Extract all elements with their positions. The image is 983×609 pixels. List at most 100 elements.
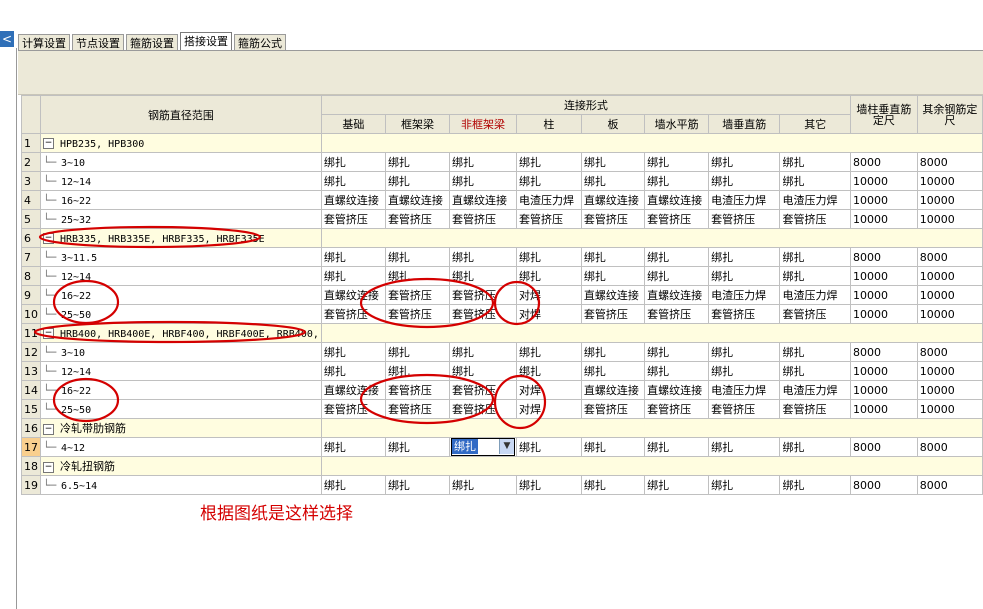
group-label[interactable]: − 冷轧带肋钢筋: [40, 418, 322, 438]
connection-cell[interactable]: 绑扎: [779, 361, 851, 381]
connection-cell[interactable]: 绑扎: [644, 437, 710, 457]
connection-cell[interactable]: 绑扎: [779, 342, 851, 362]
connection-cell[interactable]: 绑扎: [779, 171, 851, 191]
other-fixed-length-cell[interactable]: 8000: [916, 342, 983, 362]
connection-cell[interactable]: 绑扎: [320, 342, 386, 362]
connection-cell[interactable]: 绑扎: [384, 266, 450, 286]
connection-cell[interactable]: 绑扎: [448, 342, 517, 362]
connection-cell[interactable]: 对焊: [515, 304, 582, 324]
connection-cell[interactable]: 绑扎 ▼: [448, 437, 517, 457]
collapse-toggle-icon[interactable]: −: [43, 138, 54, 149]
table-row[interactable]: 10 └─ 25~50 套管挤压 套管挤压 套管挤压 对焊 套管挤压 套管挤压 套管挤压 套管挤压 1…: [21, 304, 983, 324]
connection-cell[interactable]: 绑扎: [779, 247, 851, 267]
connection-cell[interactable]: 绑扎: [708, 171, 781, 191]
range-label[interactable]: └─ 4~12: [40, 437, 322, 457]
connection-cell[interactable]: 绑扎: [580, 171, 646, 191]
other-fixed-length-cell[interactable]: 10000: [916, 304, 983, 324]
connection-cell[interactable]: 直螺纹连接: [644, 285, 710, 305]
connection-cell[interactable]: 绑扎: [320, 361, 386, 381]
wall-column-fixed-length-cell[interactable]: 10000: [850, 304, 918, 324]
connection-cell[interactable]: 绑扎: [779, 152, 851, 172]
table-row[interactable]: 9 └─ 16~22 直螺纹连接 套管挤压 套管挤压 对焊 直螺纹连接 直螺纹连接 电渣压力焊 电渣…: [21, 285, 983, 305]
other-fixed-length-cell[interactable]: 10000: [916, 190, 983, 210]
table-row[interactable]: 11− HRB400, HRB400E, HRBF400, HRBF400E, R…: [21, 323, 983, 343]
connection-cell[interactable]: 绑扎: [384, 152, 450, 172]
other-fixed-length-cell[interactable]: 8000: [916, 152, 983, 172]
table-row[interactable]: 2 └─ 3~10 绑扎 绑扎 绑扎 绑扎 绑扎 绑扎 绑扎 绑扎 8000 8000: [21, 152, 983, 172]
range-label[interactable]: └─ 25~50: [40, 399, 322, 419]
connection-cell[interactable]: 绑扎: [515, 171, 582, 191]
connection-cell[interactable]: 绑扎: [515, 361, 582, 381]
other-fixed-length-cell[interactable]: 10000: [916, 285, 983, 305]
connection-cell[interactable]: 套管挤压: [384, 209, 450, 229]
connection-cell[interactable]: 绑扎: [580, 342, 646, 362]
connection-cell[interactable]: 绑扎: [515, 266, 582, 286]
connection-cell[interactable]: 绑扎: [448, 266, 517, 286]
wall-column-fixed-length-cell[interactable]: 10000: [850, 361, 918, 381]
connection-cell[interactable]: 绑扎: [580, 475, 646, 495]
connection-cell[interactable]: 套管挤压: [779, 209, 851, 229]
range-label[interactable]: └─ 16~22: [40, 190, 322, 210]
connection-cell[interactable]: 绑扎: [644, 342, 710, 362]
chevron-down-icon[interactable]: ▼: [498, 439, 514, 454]
other-fixed-length-cell[interactable]: 8000: [916, 247, 983, 267]
collapse-toggle-icon[interactable]: −: [43, 423, 54, 435]
connection-cell[interactable]: 对焊: [515, 285, 582, 305]
wall-column-fixed-length-cell[interactable]: 10000: [850, 285, 918, 305]
range-label[interactable]: └─ 25~50: [40, 304, 322, 324]
connection-cell[interactable]: 绑扎: [320, 437, 386, 457]
connection-cell[interactable]: 绑扎: [384, 342, 450, 362]
wall-column-fixed-length-cell[interactable]: 8000: [850, 342, 918, 362]
connection-cell[interactable]: 套管挤压: [708, 304, 781, 324]
connection-cell[interactable]: 套管挤压: [580, 399, 646, 419]
connection-cell[interactable]: 直螺纹连接: [320, 285, 386, 305]
connection-cell[interactable]: 绑扎: [384, 475, 450, 495]
connection-cell[interactable]: 绑扎: [644, 475, 710, 495]
wall-column-fixed-length-cell[interactable]: 10000: [850, 380, 918, 400]
table-row[interactable]: 16− 冷轧带肋钢筋: [21, 418, 983, 438]
table-row[interactable]: 1− HPB235, HPB300: [21, 133, 983, 153]
connection-cell[interactable]: 直螺纹连接: [580, 285, 646, 305]
connection-cell[interactable]: 绑扎: [384, 171, 450, 191]
connection-cell[interactable]: 套管挤压: [320, 209, 386, 229]
connection-cell[interactable]: 绑扎: [515, 475, 582, 495]
table-row[interactable]: 3 └─ 12~14 绑扎 绑扎 绑扎 绑扎 绑扎 绑扎 绑扎 绑扎 10000 10000: [21, 171, 983, 191]
connection-cell[interactable]: 绑扎: [779, 266, 851, 286]
connection-cell[interactable]: 绑扎: [644, 266, 710, 286]
connection-cell[interactable]: 绑扎: [320, 475, 386, 495]
connection-type-select[interactable]: 绑扎 ▼: [450, 438, 515, 456]
wall-column-fixed-length-cell[interactable]: 10000: [850, 190, 918, 210]
connection-cell[interactable]: 套管挤压: [779, 304, 851, 324]
group-label[interactable]: − HRB335, HRB335E, HRBF335, HRBF335E: [40, 228, 322, 248]
wall-column-fixed-length-cell[interactable]: 8000: [850, 475, 918, 495]
other-fixed-length-cell[interactable]: 10000: [916, 209, 983, 229]
connection-cell[interactable]: 绑扎: [644, 361, 710, 381]
collapse-toggle-icon[interactable]: −: [43, 461, 54, 473]
range-label[interactable]: └─ 16~22: [40, 285, 322, 305]
table-row[interactable]: 8 └─ 12~14 绑扎 绑扎 绑扎 绑扎 绑扎 绑扎 绑扎 绑扎 10000 10000: [21, 266, 983, 286]
wall-column-fixed-length-cell[interactable]: 8000: [850, 247, 918, 267]
table-row[interactable]: 19 └─ 6.5~14 绑扎 绑扎 绑扎 绑扎 绑扎 绑扎 绑扎 绑扎 8000 8000: [21, 475, 983, 495]
connection-cell[interactable]: 绑扎: [580, 437, 646, 457]
connection-cell[interactable]: 套管挤压: [580, 209, 646, 229]
table-row[interactable]: 12 └─ 3~10 绑扎 绑扎 绑扎 绑扎 绑扎 绑扎 绑扎 绑扎 8000 8000: [21, 342, 983, 362]
connection-cell[interactable]: 套管挤压: [384, 380, 450, 400]
connection-cell[interactable]: 电渣压力焊: [779, 190, 851, 210]
connection-cell[interactable]: 绑扎: [708, 266, 781, 286]
connection-cell[interactable]: 绑扎: [779, 437, 851, 457]
wall-column-fixed-length-cell[interactable]: 10000: [850, 399, 918, 419]
connection-cell[interactable]: 套管挤压: [448, 285, 517, 305]
other-fixed-length-cell[interactable]: 10000: [916, 266, 983, 286]
other-fixed-length-cell[interactable]: 10000: [916, 171, 983, 191]
connection-cell[interactable]: 绑扎: [708, 152, 781, 172]
table-row[interactable]: 14 └─ 16~22 直螺纹连接 套管挤压 套管挤压 对焊 直螺纹连接 直螺纹连接 电渣压力焊电…: [21, 380, 983, 400]
connection-cell[interactable]: 套管挤压: [448, 304, 517, 324]
connection-cell[interactable]: 绑扎: [320, 152, 386, 172]
connection-cell[interactable]: 套管挤压: [779, 399, 851, 419]
connection-cell[interactable]: 对焊: [515, 399, 582, 419]
connection-cell[interactable]: 直螺纹连接: [580, 380, 646, 400]
collapse-toggle-icon[interactable]: −: [43, 233, 54, 244]
connection-cell[interactable]: 绑扎: [515, 342, 582, 362]
connection-cell[interactable]: 绑扎: [580, 266, 646, 286]
range-label[interactable]: └─ 3~10: [40, 342, 322, 362]
